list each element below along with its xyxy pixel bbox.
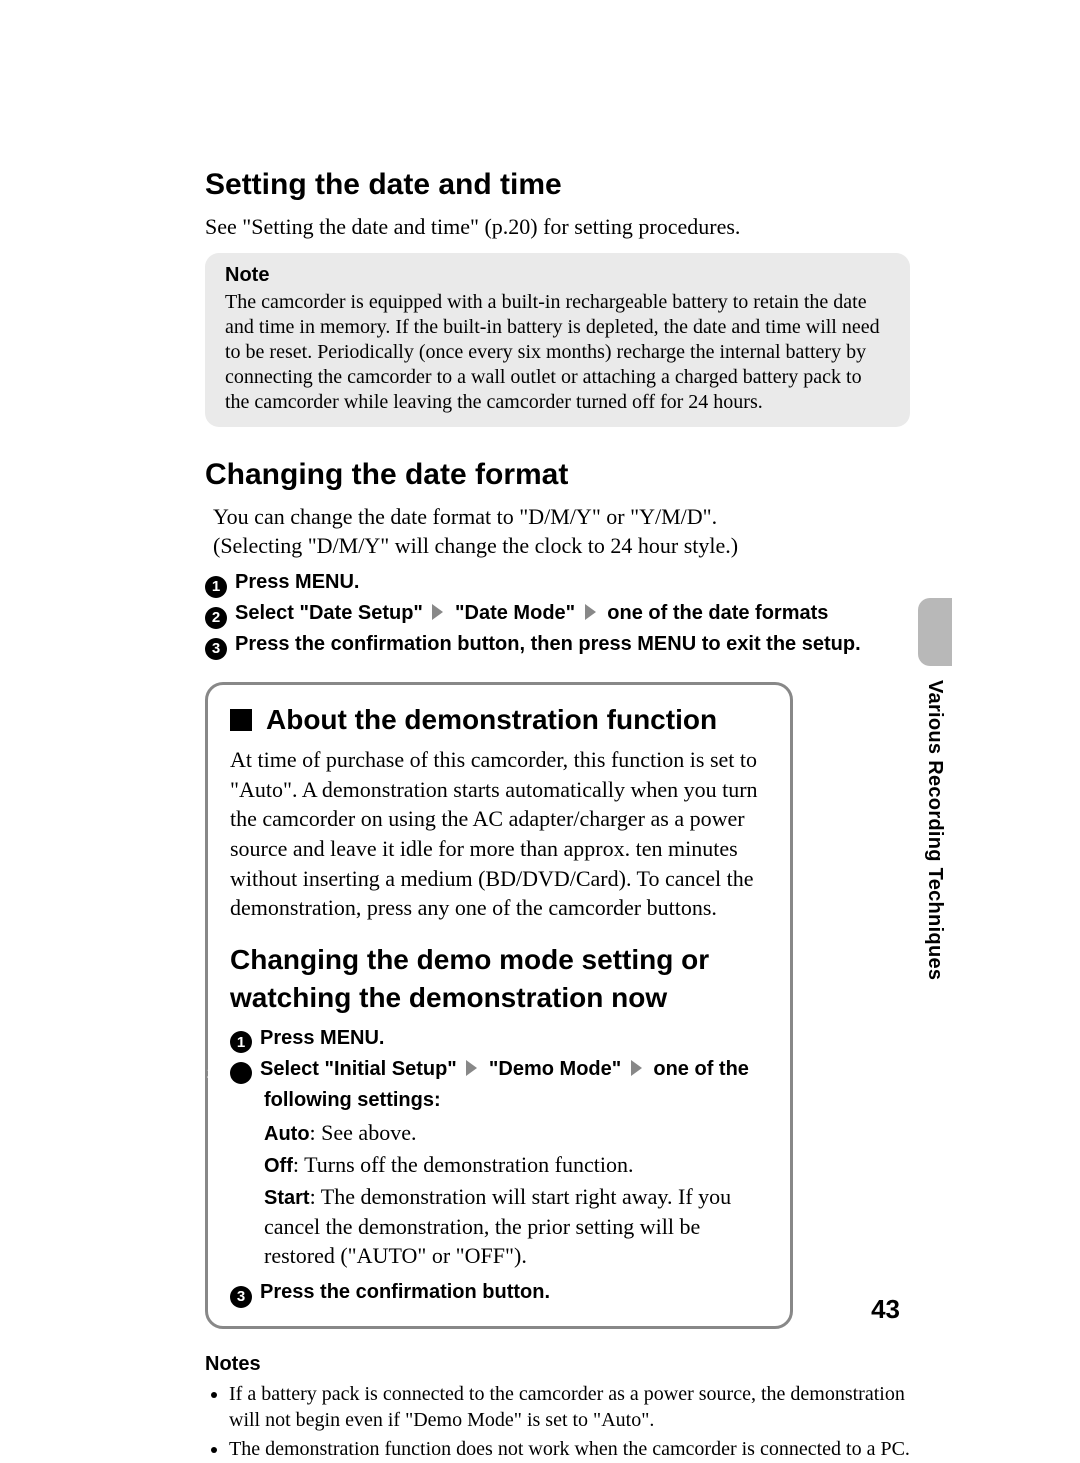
breadcrumb-arrow-icon (631, 1060, 642, 1076)
step-number-3-icon: 3 (230, 1286, 252, 1308)
step-number-2-icon: 2 (230, 1062, 252, 1084)
setting-date-time-intro: See "Setting the date and time" (p.20) f… (205, 212, 910, 242)
date-format-line2: (Selecting "D/M/Y" will change the clock… (205, 531, 910, 561)
demo-setting-start: Start: The demonstration will start righ… (264, 1182, 768, 1271)
page-number: 43 (871, 1292, 900, 1327)
demonstration-body: At time of purchase of this camcorder, t… (230, 745, 768, 923)
date-format-step-3: 3Press the confirmation button, then pre… (205, 629, 910, 660)
note-title: Note (225, 263, 890, 288)
demo-settings-list: Auto: See above. Off: Turns off the demo… (230, 1118, 768, 1271)
notes-demonstration: Notes If a battery pack is connected to … (205, 1351, 910, 1463)
section-side-tab (918, 598, 952, 666)
notes-title: Notes (205, 1351, 910, 1378)
manual-page: Various Recording Techniques Setting the… (0, 0, 1080, 1427)
heading-changing-date-format: Changing the date format (205, 455, 910, 496)
breadcrumb-arrow-icon (585, 604, 596, 620)
date-format-line1: You can change the date format to "D/M/Y… (205, 502, 910, 532)
demo-setting-auto: Auto: See above. (264, 1118, 768, 1148)
heading-setting-date-time: Setting the date and time (205, 165, 910, 206)
heading-changing-demo-mode: Changing the demo mode setting or watchi… (230, 941, 768, 1017)
step-number-1-icon: 1 (205, 576, 227, 598)
demo-step-2: 2Select "Initial Setup" "Demo Mode" one … (230, 1054, 768, 1116)
breadcrumb-arrow-icon (466, 1060, 477, 1076)
note-box-battery: Note The camcorder is equipped with a bu… (205, 253, 910, 427)
demo-setting-off: Off: Turns off the demonstration functio… (264, 1150, 768, 1180)
demo-step-1: 1Press MENU. (230, 1023, 768, 1054)
section-square-icon (230, 709, 252, 731)
notes-item-1: If a battery pack is connected to the ca… (229, 1382, 910, 1433)
demo-step-3: 3Press the confirmation button. (230, 1277, 768, 1308)
note-body: The camcorder is equipped with a built-i… (225, 290, 890, 415)
heading-about-demonstration: About the demonstration function (230, 701, 768, 739)
section-side-label: Various Recording Techniques (921, 680, 948, 980)
demonstration-box: About the demonstration function At time… (205, 682, 793, 1329)
step-number-3-icon: 3 (205, 638, 227, 660)
breadcrumb-arrow-icon (432, 604, 443, 620)
notes-item-2: The demonstration function does not work… (229, 1437, 910, 1463)
step-number-1-icon: 1 (230, 1031, 252, 1053)
date-format-step-2: 2Select "Date Setup" "Date Mode" one of … (205, 598, 910, 629)
step-number-2-icon: 2 (205, 607, 227, 629)
date-format-step-1: 1Press MENU. (205, 567, 910, 598)
